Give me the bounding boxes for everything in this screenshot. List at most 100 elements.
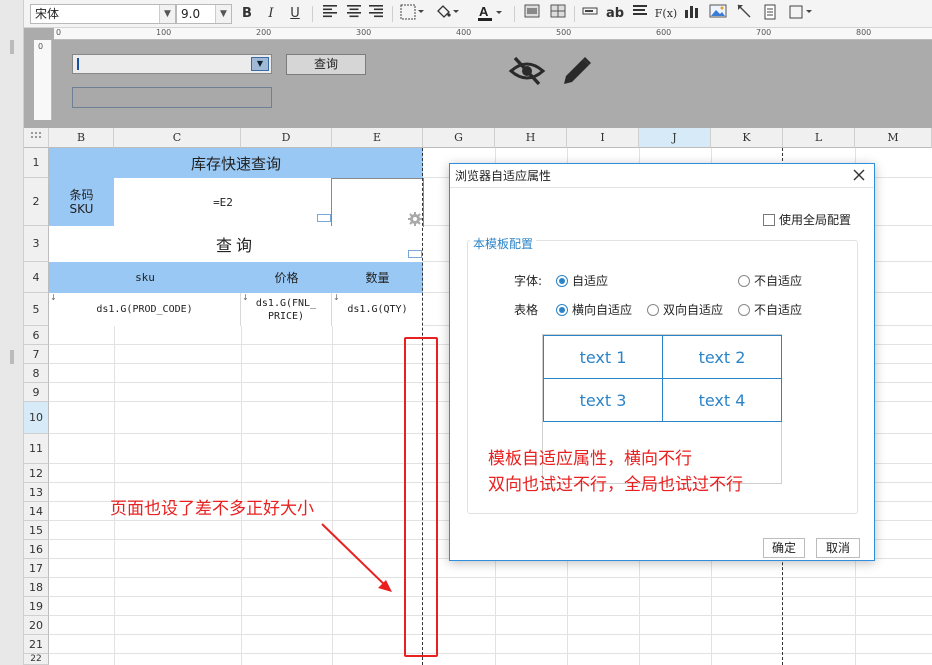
ruler-label: 0 <box>56 28 62 37</box>
align-right-icon[interactable] <box>366 4 386 24</box>
panel-grip <box>10 350 14 364</box>
column-header[interactable]: K <box>711 128 783 148</box>
row-header[interactable]: 3 <box>24 226 49 262</box>
formula-button[interactable]: F(x) <box>654 4 678 24</box>
preview-cell: text 1 <box>543 335 663 379</box>
chevron-down-icon[interactable]: ▼ <box>251 57 269 71</box>
fill-color-icon[interactable] <box>432 4 462 24</box>
widget-marker-icon <box>408 250 422 258</box>
radio-label: 横向自适应 <box>572 303 633 317</box>
select-all-corner[interactable] <box>24 128 49 148</box>
radio-dot[interactable] <box>647 303 659 316</box>
column-header[interactable]: C <box>114 128 241 148</box>
row-header[interactable]: 13 <box>24 483 49 502</box>
row-header[interactable]: 15 <box>24 521 49 540</box>
row-header[interactable]: 17 <box>24 559 49 578</box>
barcode-label-cell[interactable]: 条码 SKU <box>49 178 114 226</box>
italic-button[interactable]: I <box>262 4 280 24</box>
formula-cell[interactable]: =E2 <box>114 178 332 226</box>
ruler-label: 700 <box>756 28 772 37</box>
column-header[interactable]: L <box>783 128 855 148</box>
row-header[interactable]: 9 <box>24 383 49 402</box>
row-header[interactable]: 10 <box>24 402 49 434</box>
ok-button[interactable]: 确定 <box>763 538 805 558</box>
column-label-qty[interactable]: 数量 <box>332 262 423 293</box>
column-header[interactable]: I <box>567 128 639 148</box>
row-header[interactable]: 22 <box>24 654 49 665</box>
border-icon[interactable] <box>398 4 428 24</box>
preview-cell: text 4 <box>662 378 782 422</box>
radio-dot[interactable] <box>738 303 750 316</box>
row-header[interactable]: 14 <box>24 502 49 521</box>
font-adaptive-radio[interactable]: 自适应 <box>556 272 608 289</box>
row-header[interactable]: 11 <box>24 434 49 464</box>
radio-dot[interactable] <box>556 274 568 287</box>
text-input-control[interactable] <box>72 87 272 108</box>
highlight-box <box>404 337 438 657</box>
chevron-down-icon[interactable]: ▼ <box>215 5 231 23</box>
column-header[interactable]: G <box>423 128 495 148</box>
row-header[interactable]: 2 <box>24 178 49 226</box>
bold-button[interactable]: B <box>238 4 256 24</box>
radio-dot[interactable] <box>556 303 568 316</box>
underline-button[interactable]: U <box>286 4 304 24</box>
font-size-select[interactable]: 9.0 ▼ <box>176 4 232 24</box>
checkbox-box[interactable] <box>763 213 775 226</box>
row-header[interactable]: 12 <box>24 464 49 483</box>
eye-slash-icon[interactable] <box>508 54 546 91</box>
slash-line-icon[interactable] <box>734 4 754 24</box>
column-label-price[interactable]: 价格 <box>241 262 332 293</box>
page-icon[interactable] <box>760 4 780 24</box>
chevron-down-icon[interactable]: ▼ <box>159 5 175 23</box>
row-header[interactable]: 6 <box>24 326 49 345</box>
font-non-adaptive-radio[interactable]: 不自适应 <box>738 272 802 289</box>
row-header[interactable]: 18 <box>24 578 49 597</box>
row-header[interactable]: 19 <box>24 597 49 616</box>
query-label-cell[interactable]: 查询 <box>49 226 423 262</box>
table-horizontal-radio[interactable]: 横向自适应 <box>556 301 632 318</box>
align-left-icon[interactable] <box>320 4 340 24</box>
close-icon[interactable] <box>852 168 866 182</box>
frame-icon[interactable] <box>786 4 816 24</box>
row-header[interactable]: 21 <box>24 635 49 654</box>
column-header[interactable]: H <box>495 128 567 148</box>
text-field-icon[interactable] <box>580 4 600 24</box>
report-title-cell[interactable]: 库存快速查询 <box>49 148 423 178</box>
column-header[interactable]: E <box>332 128 423 148</box>
merge-cells-icon[interactable] <box>522 4 542 24</box>
row-header[interactable]: 8 <box>24 364 49 383</box>
column-label-sku[interactable]: sku <box>49 262 241 293</box>
row-header[interactable]: 7 <box>24 345 49 364</box>
image-icon[interactable] <box>708 4 728 24</box>
row-header[interactable]: 16 <box>24 540 49 559</box>
font-color-icon[interactable]: A <box>474 4 506 24</box>
annotation-text: 模板自适应属性，横向不行 双向也试过不行，全局也试过不行 <box>488 446 743 498</box>
radio-dot[interactable] <box>738 274 750 287</box>
use-global-checkbox[interactable]: 使用全局配置 <box>763 211 851 228</box>
column-header[interactable]: D <box>241 128 332 148</box>
align-center-icon[interactable] <box>344 4 364 24</box>
data-cell-price[interactable]: ds1.G(FNL_ PRICE) <box>241 293 332 326</box>
row-header[interactable]: 5 <box>24 293 49 326</box>
text-tool-button[interactable]: ab <box>604 4 626 24</box>
table-non-adaptive-radio[interactable]: 不自适应 <box>738 301 802 318</box>
row-header[interactable]: 1 <box>24 148 49 178</box>
cancel-button[interactable]: 取消 <box>816 538 860 558</box>
column-header[interactable]: J <box>639 128 711 148</box>
row-header[interactable]: 4 <box>24 262 49 293</box>
adaptive-properties-dialog: 浏览器自适应属性 使用全局配置 本模板配置 字体: 自适应 不自适应 表格 横向… <box>449 163 875 561</box>
sku-combo-input[interactable]: ▼ <box>72 54 272 74</box>
data-cell-qty[interactable]: ds1.G(QTY) <box>332 293 423 326</box>
data-cell-prod-code[interactable]: ds1.G(PROD_CODE) <box>49 293 241 326</box>
column-header[interactable]: M <box>855 128 932 148</box>
row-header[interactable]: 20 <box>24 616 49 635</box>
split-cells-icon[interactable] <box>548 4 568 24</box>
font-name-select[interactable]: 宋体 ▼ <box>30 4 176 24</box>
toolbar-divider <box>392 6 393 22</box>
pencil-icon[interactable] <box>560 54 594 91</box>
table-bidirectional-radio[interactable]: 双向自适应 <box>647 301 723 318</box>
chart-icon[interactable] <box>682 4 702 24</box>
query-button[interactable]: 查询 <box>286 54 366 75</box>
paragraph-icon[interactable] <box>630 4 650 24</box>
column-header[interactable]: B <box>49 128 114 148</box>
